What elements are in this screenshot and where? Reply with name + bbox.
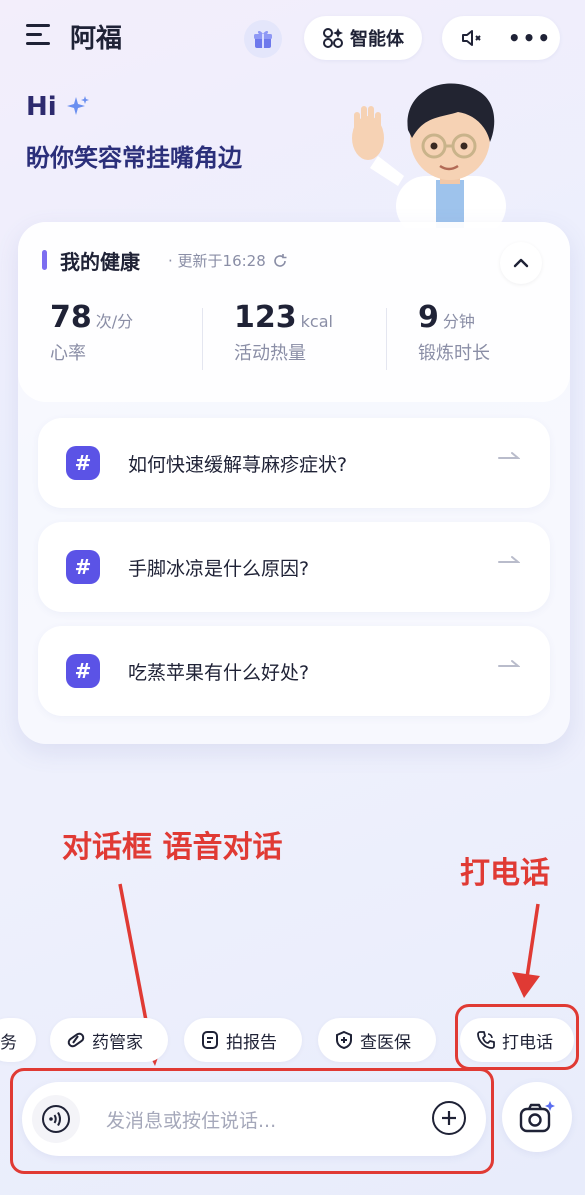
sound-controls: ••• [442,16,560,60]
message-input-bar[interactable]: 发消息或按住说话... [22,1082,486,1156]
sparkle-icon [66,96,89,115]
stat-exercise: 9 分钟 锻炼时长 [418,300,490,365]
refresh-icon[interactable] [272,253,288,269]
hi-text: Hi [26,92,57,122]
voice-icon [42,1105,70,1133]
more-icon[interactable]: ••• [501,16,559,60]
hash-icon: # [66,654,100,688]
agent-button[interactable]: 智能体 [304,16,422,60]
chip-label: 务 [0,1032,17,1053]
update-text: · 更新于16:28 [168,252,266,270]
chip-label: 拍报告 [226,1032,277,1053]
arrow-right-icon [498,660,520,667]
voice-button[interactable] [32,1095,80,1143]
mute-button[interactable] [443,16,501,60]
report-icon [202,1031,218,1049]
arrow-right-icon [498,556,520,563]
app-title: 阿福 [70,24,123,54]
update-time: · 更新于16:28 [168,250,288,271]
annotation-call: 打电话 [460,856,550,891]
camera-button[interactable] [502,1082,572,1152]
message-input[interactable]: 发消息或按住说话... [106,1106,276,1133]
annotation-dialog: 对话框 语音对话 [62,830,283,865]
chip-medicine-manager[interactable]: 药管家 [50,1018,168,1062]
stat-unit: kcal [300,312,333,331]
greeting-tagline: 盼你笑容常挂嘴角边 [26,144,242,172]
hash-icon: # [66,550,100,584]
stat-divider [386,308,387,370]
plus-icon[interactable] [432,1101,466,1135]
chevron-up-icon [513,258,529,268]
gift-icon[interactable] [244,20,282,58]
stat-value: 9 [418,300,439,335]
stat-value: 123 [234,300,297,335]
insurance-icon [336,1030,352,1050]
stat-divider [202,308,203,370]
question-item[interactable]: # 手脚冰凉是什么原因? [38,522,550,612]
health-card: 我的健康 · 更新于16:28 78 次/分 心率 123 kcal 活动热量 9分… [18,222,570,744]
question-text: 手脚冰凉是什么原因? [128,558,310,580]
collapse-button[interactable] [500,242,542,284]
agent-label: 智能体 [350,29,404,50]
question-item[interactable]: # 吃蒸苹果有什么好处? [38,626,550,716]
title-accent-bar [42,250,47,270]
chip-insurance[interactable]: 查医保 [318,1018,436,1062]
stat-heart-rate: 78 次/分 心率 [50,300,133,365]
chip-call[interactable]: 打电话 [460,1018,574,1062]
question-item[interactable]: # 如何快速缓解荨麻疹症状? [38,418,550,508]
menu-icon[interactable] [26,24,50,46]
greeting-hi: Hi [26,92,91,122]
stat-label: 心率 [50,343,86,364]
agent-icon [323,28,343,48]
stat-label: 活动热量 [234,343,306,364]
stat-value: 78 [50,300,92,335]
chip-partial[interactable]: 务 [0,1018,36,1062]
stat-unit: 次/分 [95,312,134,331]
question-text: 吃蒸苹果有什么好处? [128,662,310,684]
phone-icon [477,1031,495,1049]
stat-unit: 分钟 [442,312,475,331]
health-summary[interactable]: 我的健康 · 更新于16:28 78 次/分 心率 123 kcal 活动热量 9分… [18,222,570,402]
hash-icon: # [66,446,100,480]
health-title: 我的健康 [60,250,140,274]
camera-icon [519,1101,555,1133]
doctor-avatar [352,83,506,228]
stat-label: 锻炼时长 [418,343,490,364]
mute-icon [462,30,481,46]
chip-label: 药管家 [92,1032,143,1053]
question-text: 如何快速缓解荨麻疹症状? [128,454,348,476]
arrow-right-icon [498,452,520,459]
chip-report[interactable]: 拍报告 [184,1018,302,1062]
pill-icon [67,1032,85,1048]
chip-label: 打电话 [502,1032,553,1053]
chip-label: 查医保 [360,1032,411,1053]
stat-calories: 123 kcal 活动热量 [234,300,333,365]
